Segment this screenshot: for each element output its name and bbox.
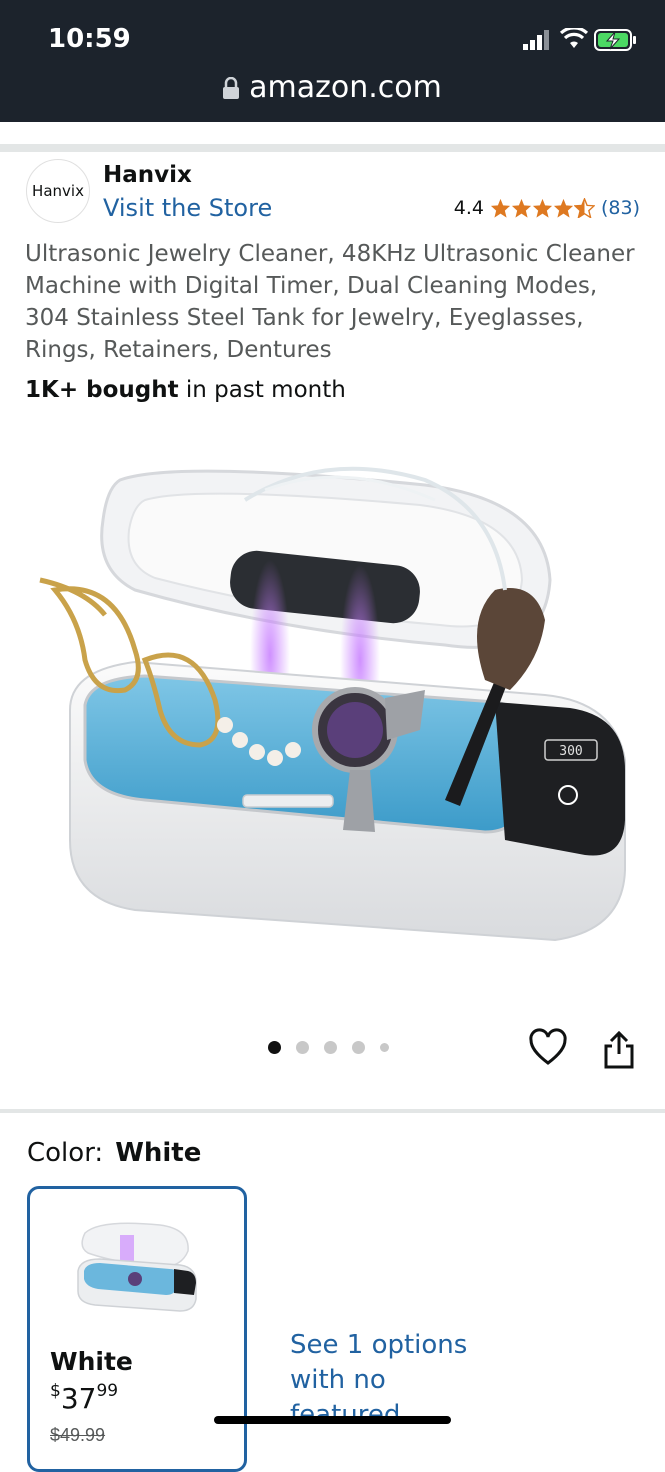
heart-icon[interactable] [528, 1028, 568, 1068]
brand-name: Hanvix [103, 162, 192, 188]
rating-summary[interactable]: 4.4 (83) [454, 197, 640, 219]
bought-count: 1K+ bought [25, 377, 179, 403]
carousel-dot[interactable] [324, 1041, 337, 1054]
url-text: amazon.com [249, 70, 442, 105]
carousel-dot[interactable] [268, 1041, 281, 1054]
swatch-name: White [50, 1347, 133, 1376]
section-divider [0, 144, 665, 152]
wifi-icon [560, 28, 588, 48]
review-count: (83) [600, 197, 640, 219]
product-image[interactable]: 300 [25, 440, 640, 1000]
product-title: Ultrasonic Jewelry Cleaner, 48KHz Ultras… [25, 241, 635, 363]
timer-display-text: 300 [559, 744, 582, 759]
price-symbol: $ [50, 1381, 61, 1401]
bought-info: 1K+ bought in past month [25, 377, 346, 403]
carousel-dot[interactable] [352, 1041, 365, 1054]
star-full-icon [511, 198, 532, 218]
image-carousel-indicator[interactable] [268, 1041, 389, 1054]
star-half-icon [573, 198, 595, 218]
star-full-icon [532, 198, 553, 218]
carousel-dot[interactable] [380, 1043, 389, 1052]
brand-logo[interactable]: Hanvix [26, 159, 90, 223]
swatch-price: $3799 [50, 1381, 118, 1415]
rating-value: 4.4 [453, 197, 484, 219]
lock-icon [223, 77, 240, 99]
cellular-signal-icon [523, 30, 549, 50]
rating-stars [490, 198, 595, 218]
selected-color: White [115, 1138, 202, 1168]
color-label: Color: [27, 1138, 104, 1168]
status-time: 10:59 [48, 24, 131, 54]
bought-period: in past month [178, 377, 346, 403]
battery-charging-icon [594, 29, 636, 51]
list-price: $49.99 [50, 1425, 106, 1445]
price-cents: 99 [96, 1381, 119, 1401]
color-swatch-white[interactable]: White $3799 $49.99 [27, 1186, 247, 1472]
swatch-thumbnail [77, 1222, 197, 1312]
browser-top-bar: 10:59 amazon.com [0, 0, 665, 122]
color-selection-label: Color: White [27, 1138, 201, 1168]
price-whole: 37 [60, 1382, 97, 1415]
url-bar[interactable]: amazon.com [0, 70, 665, 105]
section-divider [0, 1109, 665, 1113]
share-icon[interactable] [602, 1030, 636, 1070]
carousel-dot[interactable] [296, 1041, 309, 1054]
home-indicator [214, 1416, 451, 1424]
visit-store-link[interactable]: Visit the Store [103, 194, 272, 222]
star-full-icon [490, 198, 511, 218]
star-full-icon [553, 198, 574, 218]
